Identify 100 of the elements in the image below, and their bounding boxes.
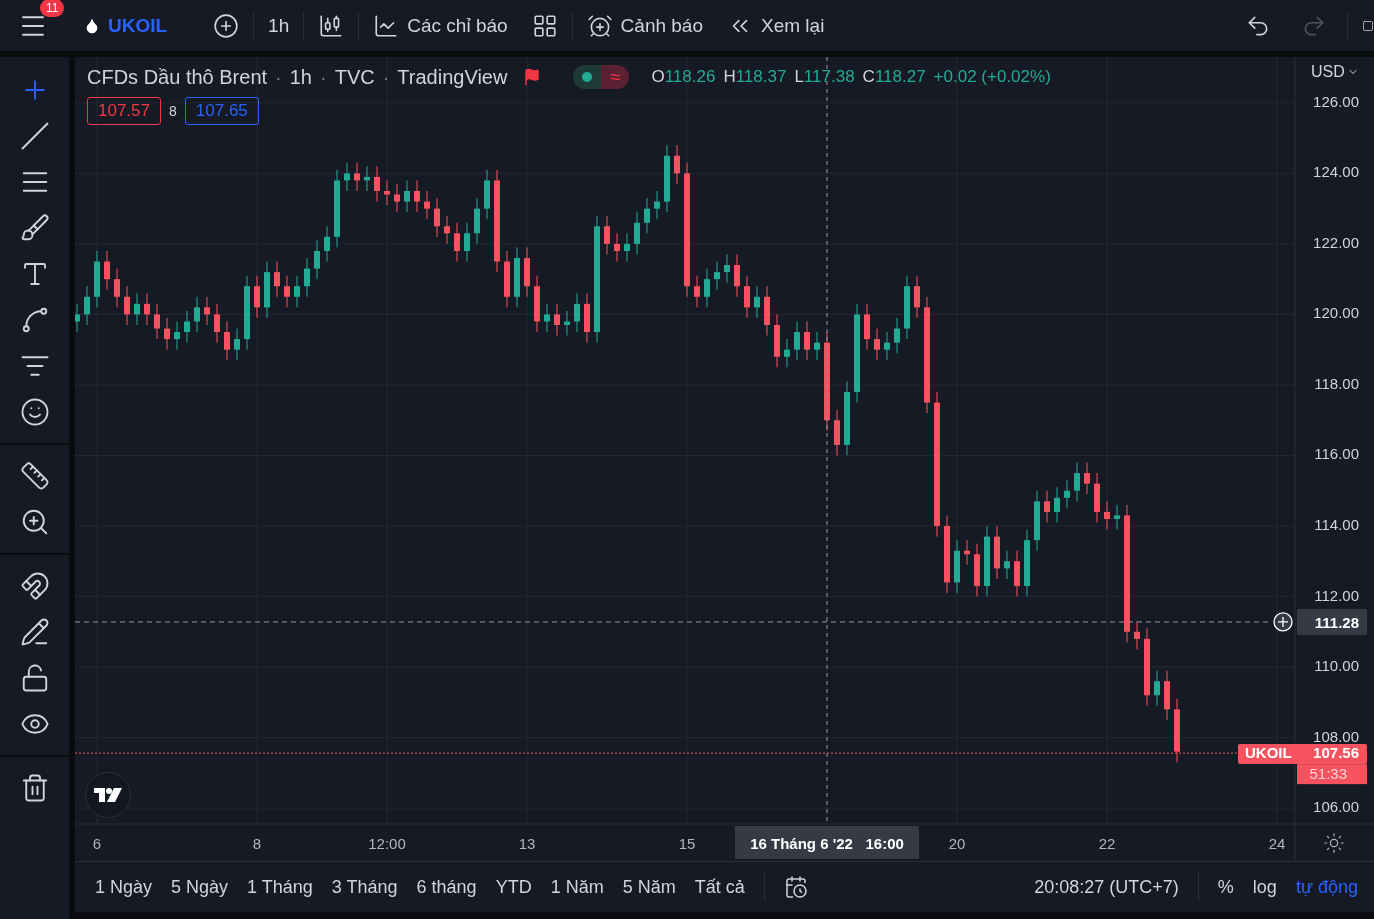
candle (554, 303, 560, 337)
range-button[interactable]: 1 Tháng (247, 876, 313, 898)
separator-dot: · (275, 65, 282, 89)
pencil-icon[interactable] (19, 617, 50, 647)
candle (1174, 698, 1180, 763)
bid-price[interactable]: 107.57 (87, 97, 161, 125)
price-axis-label: 118.00 (1314, 374, 1359, 392)
candle (384, 179, 390, 206)
candle (144, 292, 150, 326)
candle (124, 285, 130, 326)
smiley-icon[interactable] (19, 397, 50, 427)
candle (1004, 550, 1010, 580)
countdown-label: 51:33 (1297, 764, 1367, 785)
brush-icon[interactable] (19, 213, 50, 243)
add-symbol-icon[interactable] (213, 12, 240, 39)
candle (184, 310, 190, 344)
currency-button[interactable]: USD (1311, 63, 1359, 81)
candle (314, 239, 320, 280)
candle (404, 179, 410, 213)
separator-dot: · (320, 65, 327, 89)
time-axis-label: 6 (92, 835, 102, 852)
price-axis-label: 112.00 (1314, 586, 1359, 604)
candle (204, 296, 210, 326)
candle (614, 232, 620, 263)
indicators-button[interactable]: Các chỉ báo (373, 12, 508, 39)
symbol-price-label: UKOIL 107.56 (1238, 744, 1367, 765)
range-button[interactable]: 3 Tháng (331, 876, 398, 898)
candle (954, 539, 960, 594)
candle (644, 197, 650, 234)
candle (794, 321, 800, 361)
price-axis-label: 116.00 (1314, 445, 1359, 463)
candle (584, 292, 590, 344)
candle (1024, 529, 1030, 598)
time-axis-label: 24 (1268, 835, 1286, 852)
logo-drawing[interactable] (85, 772, 131, 818)
candle (214, 303, 220, 344)
range-button[interactable]: 6 tháng (416, 876, 477, 898)
range-button[interactable]: 5 Năm (622, 876, 676, 898)
symbol-button[interactable]: UKOIL (84, 14, 168, 37)
candle (1164, 670, 1170, 721)
candle (1014, 550, 1020, 598)
interval-button[interactable]: 1h (268, 14, 290, 37)
candle (284, 275, 290, 308)
candle (874, 328, 880, 361)
ruler-icon[interactable] (19, 461, 50, 491)
calendar-icon[interactable] (783, 875, 808, 899)
range-button[interactable]: Tất cả (694, 876, 745, 898)
replay-button[interactable]: Xem lại (727, 12, 825, 39)
candle (1034, 490, 1040, 552)
candle (194, 296, 200, 333)
magnet-icon[interactable] (19, 571, 50, 601)
candle (524, 246, 530, 298)
price-axis-label: 124.00 (1313, 163, 1359, 181)
candle (84, 285, 90, 326)
candle (894, 317, 900, 354)
candle (514, 246, 520, 308)
candle (1094, 472, 1100, 523)
range-button[interactable]: YTD (495, 876, 532, 898)
ohlc-value: H118.37 (723, 67, 787, 87)
candle (694, 275, 700, 308)
range-button[interactable]: 1 Năm (550, 876, 604, 898)
source-label: TradingView (397, 65, 508, 89)
candle (254, 275, 260, 319)
clock-label: 20:08:27 (UTC+7) (1034, 876, 1179, 898)
price-axis-label: 108.00 (1313, 727, 1359, 745)
candle (964, 539, 970, 566)
candle (374, 165, 380, 203)
separator-dot: · (382, 65, 390, 89)
droplet-icon (84, 17, 100, 34)
candle (324, 225, 330, 263)
scale-option[interactable]: log (1252, 876, 1277, 898)
candle (544, 303, 550, 333)
candle (1054, 486, 1060, 523)
candle (394, 183, 400, 213)
candle (884, 331, 890, 361)
range-button[interactable]: 1 Ngày (95, 876, 153, 898)
candle (294, 275, 300, 308)
add-alert-icon[interactable] (1273, 612, 1293, 632)
scale-option[interactable]: tự động (1295, 876, 1358, 898)
range-button[interactable]: 5 Ngày (171, 876, 229, 898)
candle (864, 303, 870, 351)
scale-option[interactable]: % (1217, 876, 1234, 898)
candle (914, 275, 920, 319)
candle (464, 222, 470, 263)
time-axis-label: 15 (678, 835, 696, 852)
line-tool-icon[interactable] (19, 121, 50, 151)
candle (454, 222, 460, 263)
price-axis-label: 126.00 (1313, 92, 1359, 110)
x-tick-label: 16 Tháng 6 '22 16:00 (750, 835, 904, 852)
settings-icon[interactable] (1324, 833, 1344, 853)
ohlc-value: C118.27 (862, 67, 926, 87)
layout-grid-icon[interactable] (531, 12, 558, 39)
price-axis-label: 114.00 (1314, 516, 1359, 533)
candle (974, 543, 980, 598)
change-value: +0.02 (+0.02%) (933, 67, 1051, 87)
alert-button[interactable]: Cảnh báo (586, 12, 703, 39)
candle (174, 321, 180, 351)
ask-price[interactable]: 107.65 (184, 97, 259, 125)
status-dot-icon (582, 72, 593, 82)
candle (1134, 620, 1140, 650)
